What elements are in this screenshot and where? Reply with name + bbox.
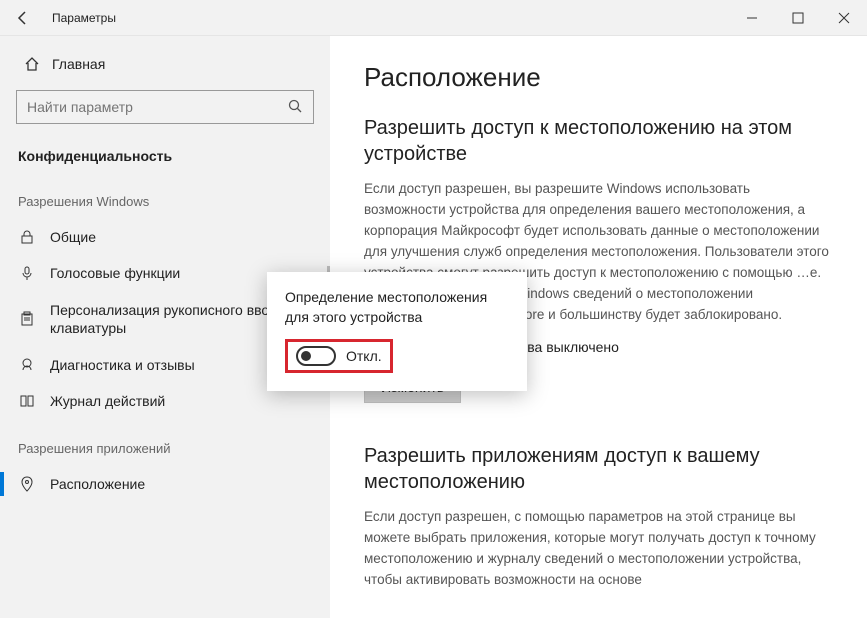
clipboard-icon [18,311,36,327]
home-label: Главная [52,56,105,72]
sidebar-item-location[interactable]: Расположение [0,466,330,502]
toggle-state-label: Откл. [346,348,382,364]
mic-icon [18,265,36,281]
lock-icon [18,229,36,245]
minimize-button[interactable] [729,0,775,36]
window-title: Параметры [52,11,729,25]
search-icon [287,98,303,117]
sidebar-item-label: Общие [50,229,96,245]
section-para-2: Если доступ разрешен, с помощью параметр… [364,507,833,591]
sidebar-item-label: Расположение [50,476,145,492]
section-heading-1: Разрешить доступ к местоположению на это… [364,115,833,167]
toggle-highlight-box: Откл. [285,339,393,373]
search-box[interactable] [16,90,314,124]
titlebar: Параметры [0,0,867,36]
maximize-icon [790,10,806,26]
location-icon [18,476,36,492]
sidebar-item-label: Голосовые функции [50,265,180,281]
feedback-icon [18,357,36,373]
back-button[interactable] [0,0,46,36]
sidebar-item-general[interactable]: Общие [0,219,330,255]
close-button[interactable] [821,0,867,36]
location-popup: Определение местоположения для этого уст… [267,272,527,391]
group-apps-label: Разрешения приложений [0,419,330,466]
minimize-icon [744,10,760,26]
arrow-left-icon [15,10,31,26]
history-icon [18,393,36,409]
popup-title: Определение местоположения для этого уст… [285,288,509,327]
section-heading-2: Разрешить приложениям доступ к вашему ме… [364,443,833,495]
sidebar-item-label: Диагностика и отзывы [50,357,195,373]
sidebar-item-label: Журнал действий [50,393,165,409]
home-nav[interactable]: Главная [0,46,330,82]
search-input[interactable] [27,99,287,115]
home-icon [20,56,44,72]
section-label: Конфиденциальность [0,140,330,172]
location-toggle[interactable] [296,346,336,366]
group-windows-label: Разрешения Windows [0,172,330,219]
page-title: Расположение [364,62,833,93]
close-icon [836,10,852,26]
maximize-button[interactable] [775,0,821,36]
